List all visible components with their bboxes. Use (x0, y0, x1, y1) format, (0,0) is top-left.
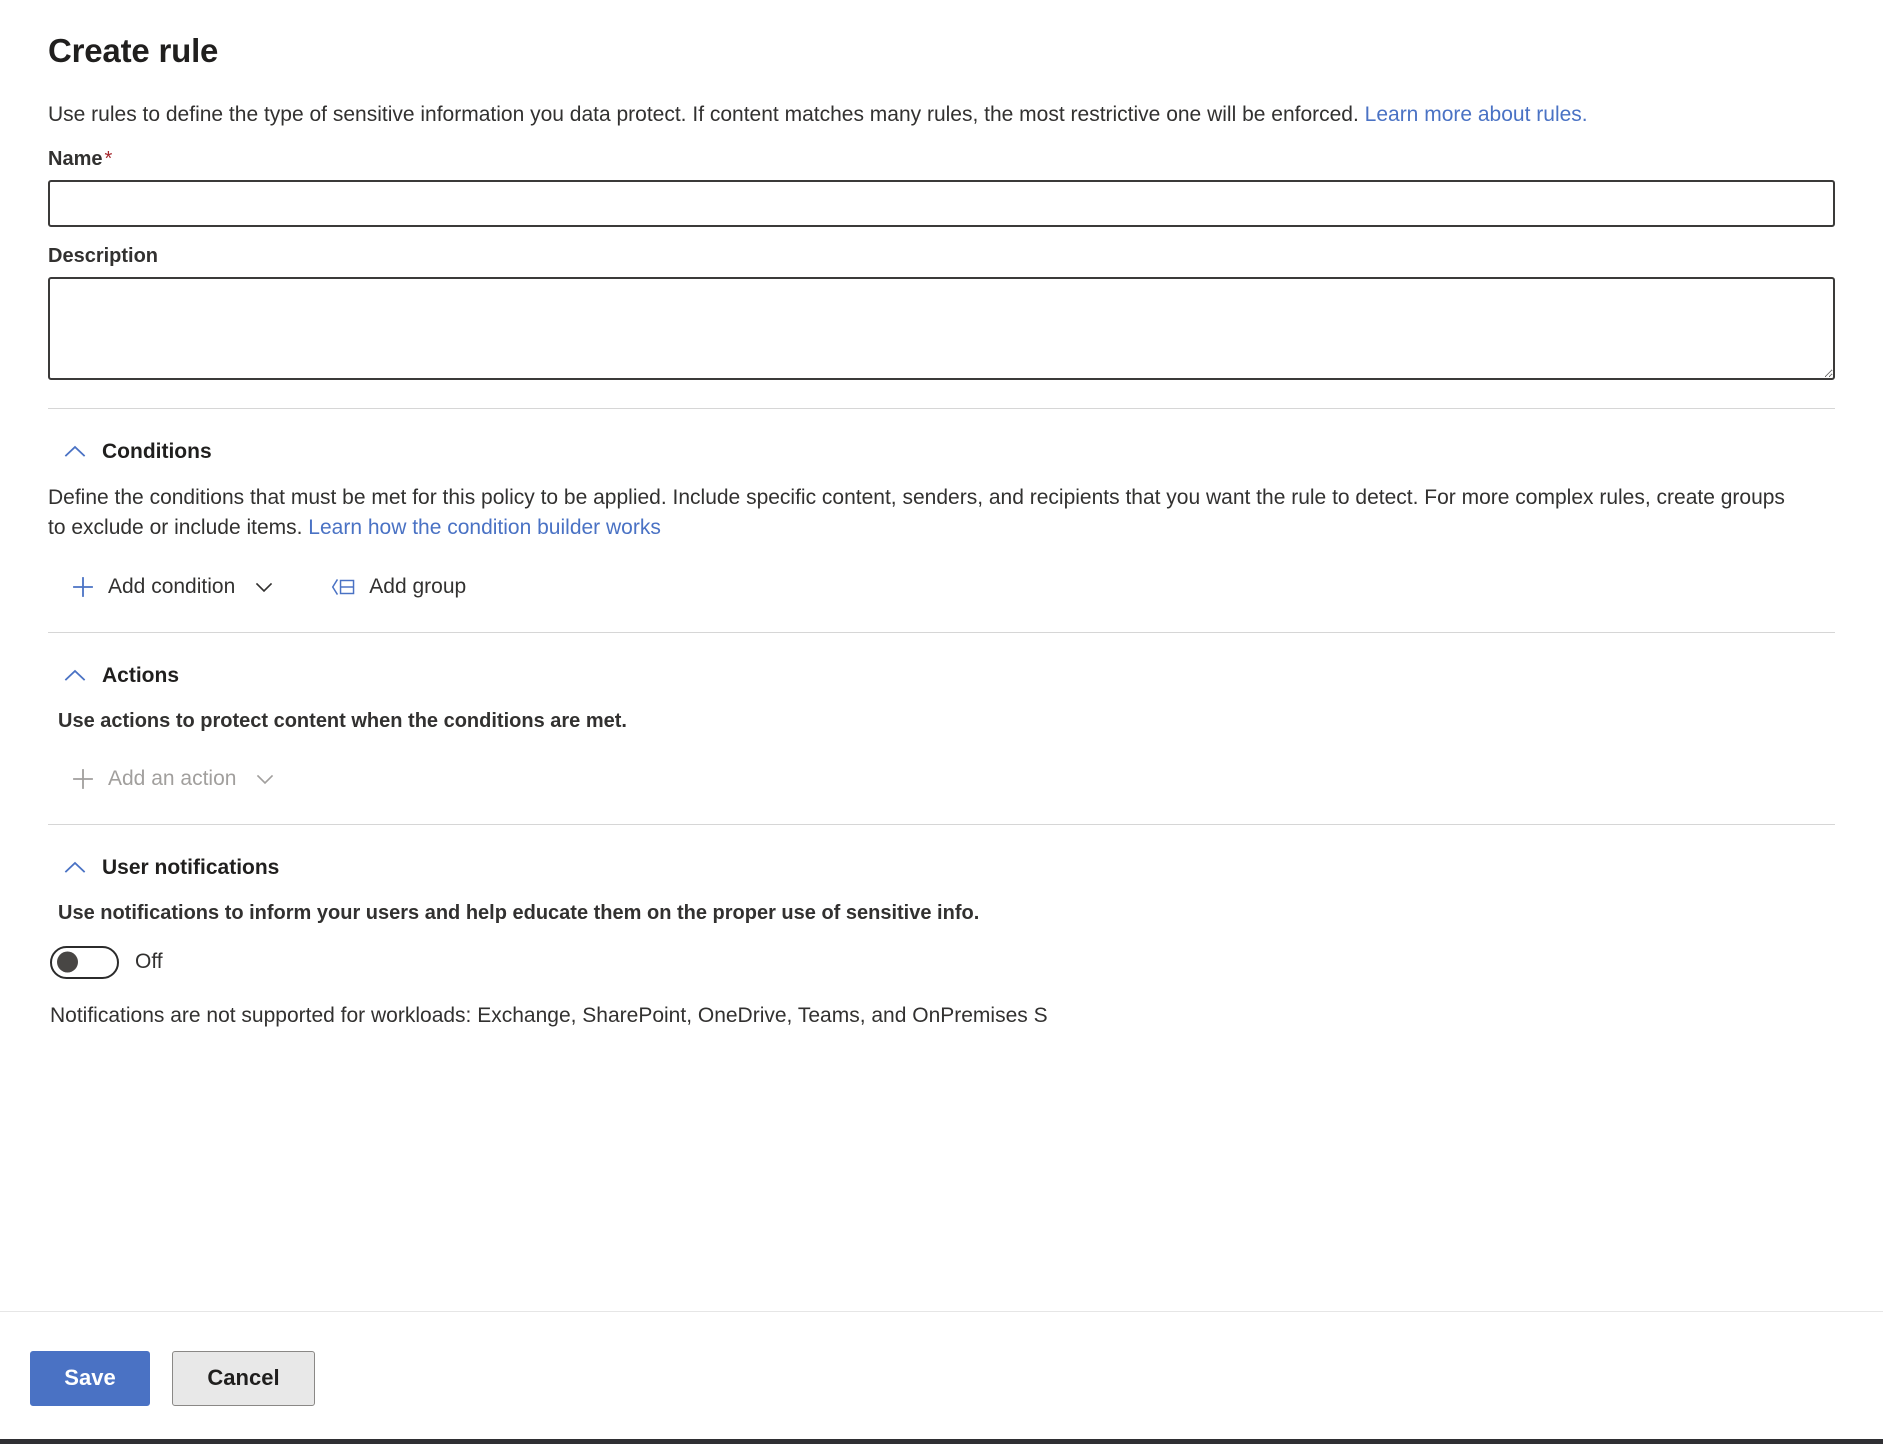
add-an-action-label: Add an action (108, 767, 236, 791)
required-marker: * (104, 148, 112, 170)
chevron-up-icon (62, 439, 88, 465)
plus-icon (70, 766, 96, 792)
chevron-down-icon (253, 576, 275, 598)
actions-section-header[interactable]: Actions (62, 663, 179, 689)
user-notifications-toggle[interactable] (50, 946, 119, 979)
save-button[interactable]: Save (30, 1351, 150, 1406)
user-notifications-section-header[interactable]: User notifications (62, 855, 279, 881)
actions-description: Use actions to protect content when the … (58, 707, 1818, 736)
add-condition-label: Add condition (108, 575, 235, 599)
page-title: Create rule (48, 31, 1835, 71)
name-input[interactable] (48, 180, 1835, 227)
conditions-description: Define the conditions that must be met f… (48, 483, 1808, 544)
add-group-icon (331, 574, 357, 600)
create-rule-panel: Create rule Use rules to define the type… (0, 0, 1883, 1444)
toggle-state-label: Off (135, 950, 163, 974)
chevron-down-icon (254, 768, 276, 790)
add-an-action-button[interactable]: Add an action (68, 762, 278, 796)
chevron-up-icon (62, 663, 88, 689)
learn-more-about-rules-link[interactable]: Learn more about rules. (1365, 103, 1588, 126)
divider-conditions (48, 408, 1835, 409)
divider-user-notifications (48, 824, 1835, 825)
description-field-label: Description (48, 245, 1835, 268)
conditions-section-header[interactable]: Conditions (62, 439, 212, 465)
add-group-button[interactable]: Add group (329, 570, 468, 604)
footer-action-bar: Save Cancel (0, 1311, 1883, 1444)
name-label-text: Name (48, 148, 102, 170)
intro-description: Use rules to define the type of sensitiv… (48, 100, 1748, 130)
description-textarea[interactable] (48, 277, 1835, 380)
add-condition-button[interactable]: Add condition (68, 570, 277, 604)
actions-action-row: Add an action (68, 762, 1835, 796)
conditions-action-row: Add condition Add group (68, 570, 1835, 604)
chevron-up-icon (62, 855, 88, 881)
plus-icon (70, 574, 96, 600)
name-field-label: Name* (48, 148, 1835, 171)
condition-builder-link[interactable]: Learn how the condition builder works (308, 516, 661, 539)
user-notifications-toggle-row: Off (50, 946, 1835, 979)
window-bottom-edge (0, 1439, 1883, 1444)
user-notifications-description: Use notifications to inform your users a… (58, 899, 1818, 928)
add-group-label: Add group (369, 575, 466, 599)
notifications-support-note: Notifications are not supported for work… (50, 1001, 1835, 1031)
scrollable-content[interactable]: Create rule Use rules to define the type… (0, 0, 1883, 1311)
intro-text: Use rules to define the type of sensitiv… (48, 103, 1365, 126)
divider-actions (48, 632, 1835, 633)
user-notifications-title: User notifications (102, 856, 279, 880)
conditions-title: Conditions (102, 440, 212, 464)
actions-title: Actions (102, 664, 179, 688)
toggle-knob (57, 952, 78, 973)
cancel-button[interactable]: Cancel (172, 1351, 315, 1406)
